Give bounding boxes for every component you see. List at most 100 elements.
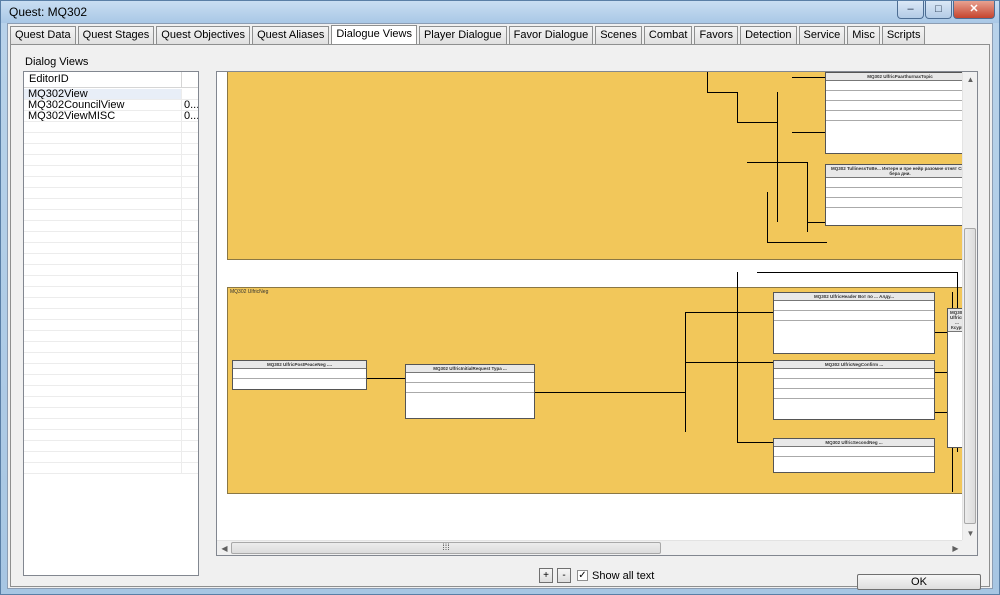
dialogue-views-panel: Dialog Views EditorID MQ302View MQ302Cou…	[10, 44, 991, 590]
connector-line	[737, 272, 738, 442]
topic-line	[826, 81, 963, 91]
topic-line	[406, 373, 534, 383]
dialog-views-list[interactable]: EditorID MQ302View MQ302CouncilView 0...…	[23, 71, 199, 576]
tab-detection[interactable]: Detection	[740, 26, 797, 44]
tab-quest-objectives[interactable]: Quest Objectives	[156, 26, 251, 44]
tab-scenes[interactable]: Scenes	[595, 26, 642, 44]
ok-button[interactable]: OK	[857, 574, 981, 590]
tab-misc[interactable]: Misc	[847, 26, 880, 44]
dialog-views-label: Dialog Views	[25, 56, 89, 68]
topic-line	[774, 301, 934, 311]
connector-line	[535, 392, 685, 393]
empty-row	[24, 177, 198, 188]
connector-line	[792, 132, 827, 133]
connector-line	[777, 92, 778, 222]
topic-header: MQ302 UlfricPaarthurnaxTopic	[826, 73, 963, 81]
scroll-up-arrow-icon[interactable]: ▲	[963, 72, 977, 87]
connector-line	[685, 312, 773, 313]
connector-line	[707, 92, 737, 93]
dialogue-topic[interactable]: MQ302 UlfricHeader Вот по ... Алду...	[773, 292, 935, 354]
empty-row	[24, 331, 198, 342]
list-item[interactable]: MQ302ViewMISC 0...	[24, 111, 198, 122]
tab-quest-stages[interactable]: Quest Stages	[77, 26, 155, 44]
bottom-bar: + - ✓ Show all text OK	[11, 562, 991, 590]
branch-title: MQ302 UlfricNeg	[230, 289, 269, 295]
tab-favor-dialogue[interactable]: Favor Dialogue	[508, 26, 594, 44]
connector-line	[757, 272, 957, 273]
dialogue-topic[interactable]: MQ302 UlfricSecondNeg ...	[773, 438, 935, 473]
topic-line	[826, 178, 963, 188]
list-item-extra	[182, 89, 198, 99]
empty-row	[24, 221, 198, 232]
vertical-scroll-thumb[interactable]	[964, 228, 976, 524]
scroll-corner	[962, 540, 977, 555]
tab-favors[interactable]: Favors	[694, 26, 739, 44]
dialogue-topic[interactable]: MQ302 UlfricPaarthurnaxTopic	[825, 72, 963, 154]
connector-line	[707, 72, 708, 92]
tab-player-dialogue[interactable]: Player Dialogue	[418, 26, 507, 44]
topic-line	[826, 198, 963, 208]
tab-scripts[interactable]: Scripts	[881, 26, 926, 44]
tab-dialogue-views[interactable]: Dialogue Views	[331, 25, 417, 45]
topic-line	[406, 383, 534, 393]
scroll-left-arrow-icon[interactable]: ◀	[217, 541, 232, 555]
topic-line	[774, 379, 934, 389]
title-bar[interactable]: Quest: MQ302 – □ ✕	[1, 1, 999, 23]
empty-row	[24, 122, 198, 133]
empty-row	[24, 133, 198, 144]
topic-line	[774, 369, 934, 379]
topic-line	[826, 111, 963, 121]
topic-header: MQ302 UlfricSecondNeg ...	[774, 439, 934, 447]
connector-line	[747, 162, 807, 163]
connector-line	[367, 378, 405, 379]
zoom-in-button[interactable]: +	[539, 568, 553, 583]
empty-row	[24, 265, 198, 276]
list-item[interactable]: MQ302CouncilView 0...	[24, 100, 198, 111]
close-button[interactable]: ✕	[953, 1, 995, 19]
connector-line	[792, 77, 827, 78]
connector-line	[737, 442, 773, 443]
tab-quest-data[interactable]: Quest Data	[10, 26, 76, 44]
vertical-scrollbar[interactable]: ▲ ▼	[962, 72, 977, 541]
dialogue-topic[interactable]: MQ302 TullinessToBe... Интерн и пре нейр…	[825, 164, 963, 226]
empty-row	[24, 287, 198, 298]
horizontal-scroll-thumb[interactable]: ⁞⁞⁞	[231, 542, 661, 554]
empty-row	[24, 430, 198, 441]
show-all-text-checkbox[interactable]: ✓	[577, 570, 588, 581]
dialogue-topic[interactable]: MQ302 UlfricNegConfirm ...	[773, 360, 935, 420]
minimize-button[interactable]: –	[897, 1, 924, 19]
dialogue-topic[interactable]: MQ302 UlfricFinal ... Ксур!	[947, 308, 963, 448]
topic-line	[826, 91, 963, 101]
topic-line	[774, 311, 934, 321]
empty-row	[24, 232, 198, 243]
empty-row	[24, 364, 198, 375]
zoom-out-button[interactable]: -	[557, 568, 571, 583]
empty-row	[24, 276, 198, 287]
maximize-button[interactable]: □	[925, 1, 952, 19]
scroll-down-arrow-icon[interactable]: ▼	[963, 526, 977, 541]
tab-service[interactable]: Service	[798, 26, 846, 44]
window-controls: – □ ✕	[896, 1, 995, 19]
dialogue-topic[interactable]: MQ302 UlfricPostPeaceNeg ....	[232, 360, 367, 390]
horizontal-scrollbar[interactable]: ◀ ⁞⁞⁞ ▶	[217, 540, 963, 555]
tab-quest-aliases[interactable]: Quest Aliases	[252, 26, 330, 44]
scroll-right-arrow-icon[interactable]: ▶	[948, 541, 963, 555]
list-item-id: MQ302CouncilView	[24, 100, 182, 110]
empty-row	[24, 397, 198, 408]
empty-row	[24, 166, 198, 177]
dialogue-view-canvas[interactable]: MQ302 UlfricPaarthurnaxTopic MQ302 Tulli…	[216, 71, 978, 556]
tab-combat[interactable]: Combat	[643, 26, 693, 44]
column-header-extra[interactable]	[182, 72, 198, 88]
list-item[interactable]: MQ302View	[24, 89, 198, 100]
column-header-editorid[interactable]: EditorID	[24, 72, 182, 88]
canvas-content: MQ302 UlfricPaarthurnaxTopic MQ302 Tulli…	[217, 72, 963, 541]
list-item-extra: 0...	[184, 100, 198, 110]
connector-line	[737, 92, 738, 122]
empty-row	[24, 155, 198, 166]
topic-line	[233, 369, 366, 379]
empty-row	[24, 353, 198, 364]
dialogue-topic[interactable]: MQ302 UlfricInitialRequest Тура ...	[405, 364, 535, 419]
empty-row	[24, 243, 198, 254]
empty-row	[24, 419, 198, 430]
list-header: EditorID	[24, 72, 198, 88]
